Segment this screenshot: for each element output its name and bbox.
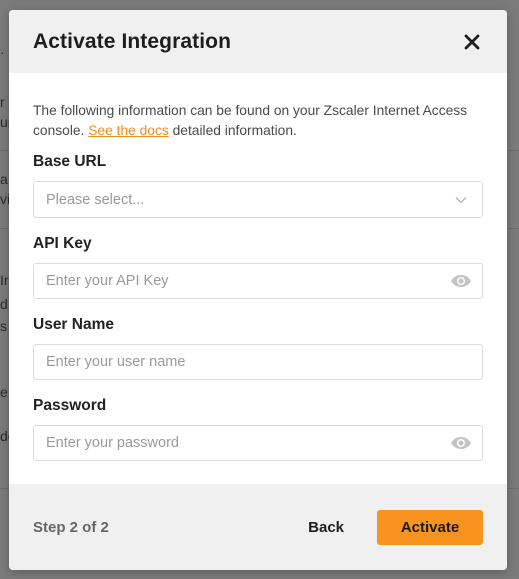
activate-integration-dialog: Activate Integration The following infor…: [9, 10, 507, 570]
close-icon: [464, 34, 480, 49]
chevron-down-icon: [450, 189, 472, 211]
user-name-label: User Name: [33, 316, 114, 333]
activate-button[interactable]: Activate: [377, 509, 483, 545]
api-key-label: API Key: [33, 235, 92, 252]
dialog-header: Activate Integration: [9, 10, 507, 73]
intro-text-after: detailed information.: [168, 123, 297, 138]
dialog-footer: Step 2 of 2 Back Activate: [9, 484, 507, 570]
intro-text: The following information can be found o…: [33, 101, 483, 141]
eye-icon: [451, 275, 471, 287]
background-text: d: [0, 296, 8, 312]
base-url-placeholder: Please select...: [46, 191, 145, 208]
dialog-title: Activate Integration: [33, 29, 232, 53]
password-field-wrapper: [33, 425, 483, 461]
password-label: Password: [33, 397, 107, 414]
back-button[interactable]: Back: [308, 519, 344, 536]
user-name-field-wrapper: [33, 344, 483, 380]
background-text: s: [0, 318, 7, 334]
user-name-input[interactable]: [46, 354, 436, 370]
password-input[interactable]: [46, 435, 436, 451]
show-password-toggle[interactable]: [450, 432, 472, 454]
show-api-key-toggle[interactable]: [450, 270, 472, 292]
api-key-input[interactable]: [46, 273, 436, 289]
background-text: e: [0, 384, 8, 400]
dialog-body: The following information can be found o…: [9, 73, 507, 461]
eye-icon: [451, 437, 471, 449]
step-indicator: Step 2 of 2: [33, 518, 109, 536]
base-url-label: Base URL: [33, 153, 107, 170]
background-text: Ir: [0, 272, 9, 288]
footer-actions: Back Activate: [308, 509, 483, 545]
background-text: a: [0, 171, 8, 187]
close-button[interactable]: [461, 31, 483, 53]
see-the-docs-link[interactable]: See the docs: [88, 123, 169, 138]
background-text: ·: [0, 44, 5, 60]
base-url-select[interactable]: Please select...: [33, 181, 483, 218]
api-key-field-wrapper: [33, 263, 483, 299]
background-text: r: [0, 94, 5, 110]
